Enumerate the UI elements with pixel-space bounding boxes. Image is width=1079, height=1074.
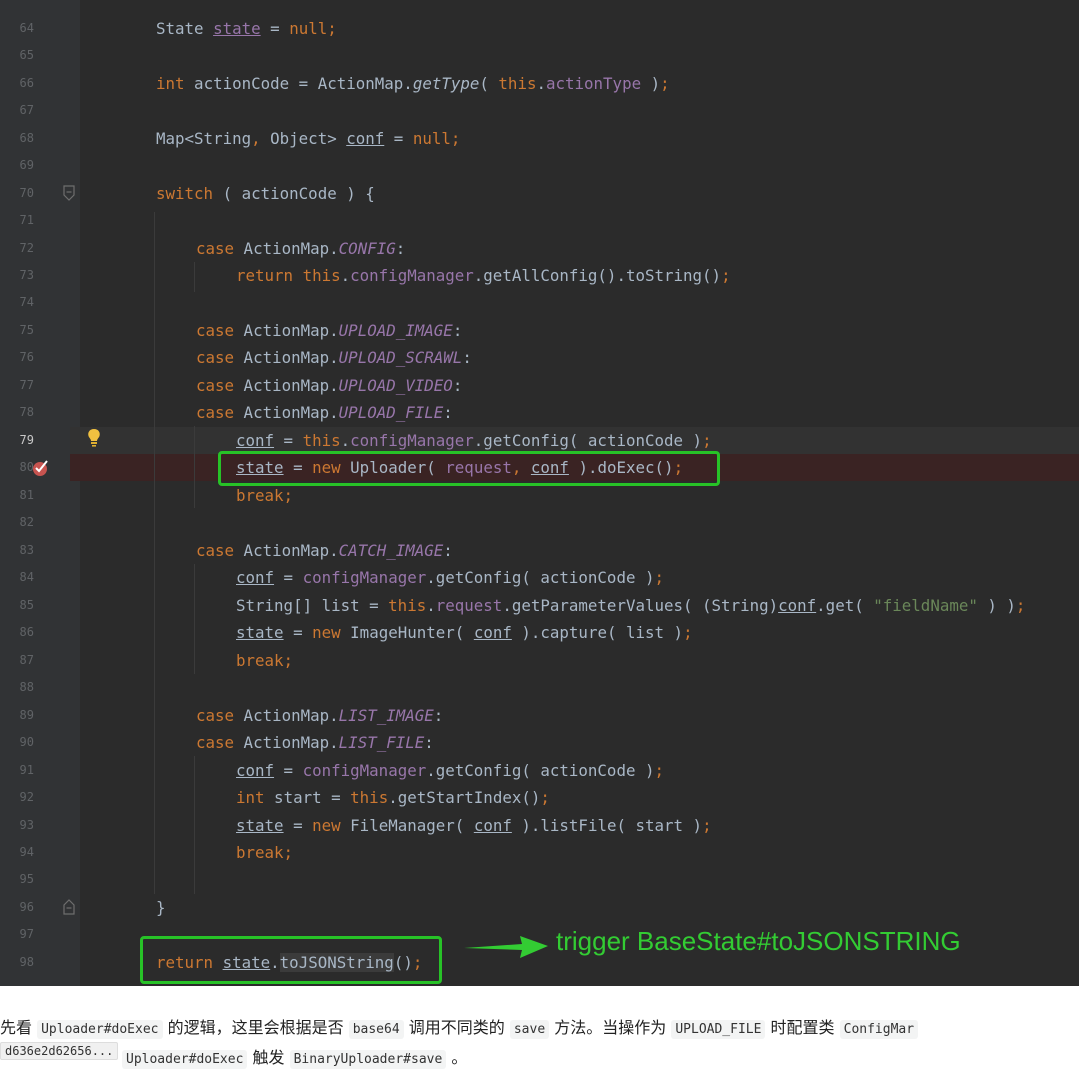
code-line-83: case ActionMap.CATCH_IMAGE: <box>196 541 453 560</box>
line-number: 81 <box>19 488 34 502</box>
line-number: 79 <box>19 433 34 447</box>
code-line-72: case ActionMap.CONFIG: <box>196 239 406 258</box>
line-number: 93 <box>19 818 34 832</box>
code-line-64: State state = null; <box>156 19 337 38</box>
line-number: 86 <box>19 625 34 639</box>
line-number: 84 <box>19 570 34 584</box>
line-number: 90 <box>19 735 34 749</box>
line-number: 82 <box>19 515 34 529</box>
text-segment: 。 <box>446 1048 468 1067</box>
annotation-text: trigger BaseState#toJSONSTRING <box>556 926 961 956</box>
line-number: 97 <box>19 927 34 941</box>
inline-code: Uploader#doExec <box>122 1050 248 1069</box>
line-number: 83 <box>19 543 34 557</box>
inline-code: ConfigMar <box>839 1020 919 1039</box>
code-line-84: conf = configManager.getConfig( actionCo… <box>236 568 665 587</box>
code-line-75: case ActionMap.UPLOAD_IMAGE: <box>196 321 463 340</box>
line-number: 80 <box>19 460 34 474</box>
indent-guide <box>194 564 195 674</box>
highlight-box-return <box>140 936 442 984</box>
line-number: 96 <box>19 900 34 914</box>
code-line-94: break; <box>236 843 294 862</box>
code-line-92: int start = this.getStartIndex(); <box>236 788 550 807</box>
code-line-81: break; <box>236 486 294 505</box>
code-line-86: state = new ImageHunter( conf ).capture(… <box>236 623 693 642</box>
code-line-90: case ActionMap.LIST_FILE: <box>196 733 434 752</box>
line-number: 91 <box>19 763 34 777</box>
line-number: 67 <box>19 103 34 117</box>
commit-hash-tooltip[interactable]: d636e2d62656... <box>0 1042 119 1060</box>
code-line-89: case ActionMap.LIST_IMAGE: <box>196 706 444 725</box>
line-number: 78 <box>19 405 34 419</box>
code-line-66: int actionCode = ActionMap.getType( this… <box>156 74 670 93</box>
code-line-79: conf = this.configManager.getConfig( act… <box>236 431 712 450</box>
line-number: 98 <box>19 955 34 969</box>
code-line-96: } <box>156 898 166 917</box>
line-number: 95 <box>19 872 34 886</box>
fold-start-icon[interactable] <box>62 185 76 201</box>
code-line-77: case ActionMap.UPLOAD_VIDEO: <box>196 376 463 395</box>
line-number: 74 <box>19 295 34 309</box>
line-number: 64 <box>19 21 34 35</box>
line-number: 65 <box>19 48 34 62</box>
indent-guide <box>194 262 195 292</box>
paragraph-line-1: 先看 Uploader#doExec 的逻辑，这里会根据是否 base64 调用… <box>0 1014 919 1044</box>
line-number: 88 <box>19 680 34 694</box>
line-number: 94 <box>19 845 34 859</box>
indent-guide <box>154 212 155 894</box>
code-line-70: switch ( actionCode ) { <box>156 184 375 203</box>
code-line-68: Map<String, Object> conf = null; <box>156 129 461 148</box>
highlight-box-uploader <box>218 451 720 486</box>
lightbulb-icon[interactable] <box>86 428 102 448</box>
text-segment: 时配置类 <box>765 1018 840 1037</box>
text-segment: 先看 <box>0 1018 38 1037</box>
arrow-right-icon <box>464 936 548 958</box>
text-segment: 调用不同类的 <box>403 1018 510 1037</box>
code-line-93: state = new FileManager( conf ).listFile… <box>236 816 712 835</box>
line-number: 87 <box>19 653 34 667</box>
line-number: 76 <box>19 350 34 364</box>
line-number: 70 <box>19 186 34 200</box>
line-number: 68 <box>19 131 34 145</box>
inline-code: Uploader#doExec <box>37 1020 163 1039</box>
text-segment: 的逻辑，这里会根据是否 <box>162 1018 349 1037</box>
breakpoint-icon[interactable] <box>32 459 50 477</box>
line-number: 75 <box>19 323 34 337</box>
code-editor[interactable]: 64 65 66 67 68 69 70 71 72 73 74 75 76 77 78 79 80 81 82 83… <box>0 0 1079 986</box>
line-number: 71 <box>19 213 34 227</box>
line-number: 69 <box>19 158 34 172</box>
inline-code: save <box>509 1020 550 1039</box>
indent-guide <box>194 426 195 508</box>
inline-code: base64 <box>348 1020 404 1039</box>
code-line-85: String[] list = this.request.getParamete… <box>236 596 1026 615</box>
inline-code: UPLOAD_FILE <box>671 1020 766 1039</box>
code-line-78: case ActionMap.UPLOAD_FILE: <box>196 403 453 422</box>
code-line-91: conf = configManager.getConfig( actionCo… <box>236 761 665 780</box>
line-number: 89 <box>19 708 34 722</box>
line-number: 85 <box>19 598 34 612</box>
line-number: 72 <box>19 241 34 255</box>
fold-end-icon[interactable] <box>62 899 76 915</box>
text-segment: 方法。当操作为 <box>549 1018 672 1037</box>
text-segment: 触发 <box>247 1048 290 1067</box>
line-number: 77 <box>19 378 34 392</box>
inline-code: BinaryUploader#save <box>289 1050 447 1069</box>
code-line-76: case ActionMap.UPLOAD_SCRAWL: <box>196 348 472 367</box>
line-number: 92 <box>19 790 34 804</box>
code-line-73: return this.configManager.getAllConfig()… <box>236 266 731 285</box>
code-line-87: break; <box>236 651 294 670</box>
line-number: 66 <box>19 76 34 90</box>
indent-guide <box>194 756 195 894</box>
line-number: 73 <box>19 268 34 282</box>
